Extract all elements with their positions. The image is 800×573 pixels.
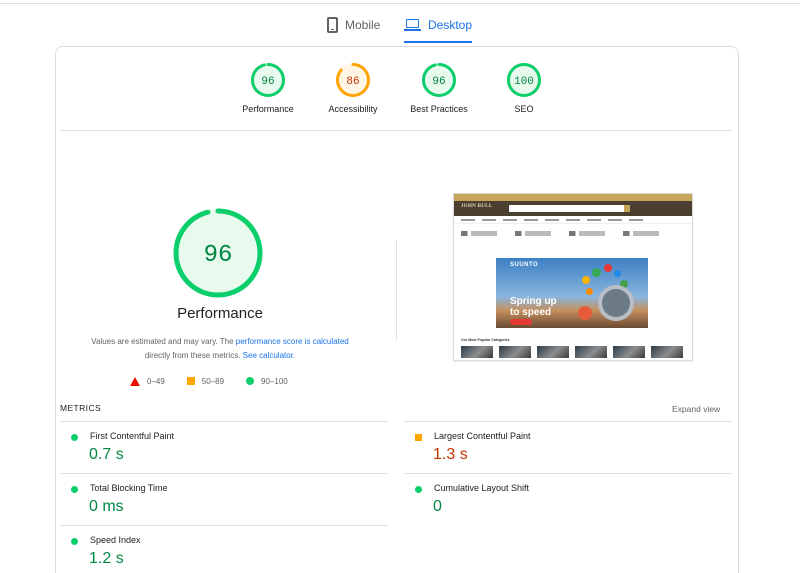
gauge-seo[interactable]: 100 SEO: [479, 62, 569, 114]
screenshot-logo: JOHN BULL: [461, 204, 493, 209]
metric-average-icon: [415, 434, 422, 441]
phone-icon: [327, 17, 338, 33]
gauge-accessibility-score: 86: [346, 76, 359, 88]
see-calculator-link[interactable]: See calculator.: [243, 351, 295, 360]
circle-icon: [246, 377, 255, 385]
gauge-best-practices-ring: 96: [422, 63, 456, 97]
performance-title: Performance: [177, 305, 263, 322]
square-icon: [186, 377, 195, 385]
gauge-accessibility-label: Accessibility: [328, 104, 378, 114]
metric-value: 0: [433, 498, 442, 515]
tab-mobile[interactable]: Mobile: [327, 12, 380, 38]
metric-value: 0.7 s: [89, 446, 124, 463]
metric-name: Total Blocking Time: [90, 483, 168, 493]
tab-mobile-label: Mobile: [345, 18, 381, 32]
gauge-best-practices-score: 96: [432, 76, 445, 88]
legend-fail: 0–49: [130, 376, 165, 386]
metric-largest-contentful-paint: Largest Contentful Paint 1.3 s: [404, 422, 724, 472]
gauge-best-practices-label: Best Practices: [410, 104, 468, 114]
legend-average: 50–89: [186, 376, 225, 386]
watch-image: [598, 285, 634, 321]
screenshot-promo-bar: [454, 194, 692, 201]
metric-pass-icon: [71, 486, 78, 493]
final-screenshot[interactable]: JOHN BULL SUUNTO Spring up to speed Our M…: [453, 193, 693, 361]
vertical-divider: [396, 240, 397, 340]
metric-pass-icon: [71, 538, 78, 545]
legend-average-label: 50–89: [201, 376, 225, 386]
gauge-best-practices[interactable]: 96 Best Practices: [394, 62, 484, 114]
category-gauges: 96 Performance 86 Accessibility 96 Best …: [60, 62, 732, 122]
metric-value: 0 ms: [89, 498, 124, 515]
device-tabs: Mobile Desktop: [0, 8, 800, 43]
triangle-icon: [130, 376, 140, 386]
expand-view-button[interactable]: Expand view: [672, 404, 720, 414]
gauge-accessibility-ring: 86: [336, 63, 370, 97]
laptop-icon: [404, 19, 421, 31]
metric-name: Cumulative Layout Shift: [434, 483, 530, 493]
gauges-divider: [60, 130, 732, 131]
legend-pass: 90–100: [246, 377, 288, 386]
gauge-seo-label: SEO: [514, 104, 534, 114]
gauge-performance-ring: 96: [251, 63, 285, 97]
performance-gauge-large: 96: [168, 203, 268, 308]
metric-total-blocking-time: Total Blocking Time 0 ms: [60, 474, 380, 524]
performance-note: Values are estimated and may vary. The p…: [70, 335, 370, 363]
metric-first-contentful-paint: First Contentful Paint 0.7 s: [60, 422, 380, 472]
performance-score-large: 96: [204, 242, 233, 269]
metric-value: 1.3 s: [433, 446, 468, 463]
screenshot-usps: [454, 224, 692, 242]
gauge-accessibility[interactable]: 86 Accessibility: [308, 62, 398, 114]
metric-pass-icon: [71, 434, 78, 441]
screenshot-category-thumbs: [461, 346, 683, 358]
metric-value: 1.2 s: [89, 550, 124, 567]
metric-name: Speed Index: [90, 535, 141, 545]
performance-gauge-ring: 96: [173, 208, 263, 298]
metric-speed-index: Speed Index 1.2 s: [60, 526, 380, 573]
screenshot-search-button: [624, 205, 630, 212]
performance-score-link[interactable]: performance score is calculated: [236, 337, 349, 346]
gauge-performance-label: Performance: [242, 104, 294, 114]
score-legend: 0–49 50–89 90–100: [130, 374, 310, 388]
metrics-title: METRICS: [60, 403, 102, 413]
tagline-line-1: Spring up: [510, 296, 557, 307]
gauge-performance-score: 96: [261, 76, 274, 88]
tab-desktop-label: Desktop: [428, 18, 473, 32]
tab-desktop[interactable]: Desktop: [404, 12, 473, 43]
note-text-1: Values are estimated and may vary. The: [91, 337, 236, 346]
screenshot-header: JOHN BULL: [454, 201, 692, 216]
screenshot-nav: [454, 216, 692, 224]
top-divider: [0, 3, 800, 4]
metric-name: First Contentful Paint: [90, 431, 175, 441]
tagline-line-2: to speed: [510, 307, 552, 318]
legend-pass-label: 90–100: [261, 376, 288, 386]
screenshot-search: [509, 205, 629, 212]
gauge-performance[interactable]: 96 Performance: [223, 62, 313, 114]
screenshot-tagline: Spring up to speed: [510, 296, 557, 318]
discount-badge: [578, 306, 592, 320]
note-text-2: directly from these metrics.: [144, 351, 243, 360]
legend-fail-label: 0–49: [147, 376, 165, 386]
metric-name: Largest Contentful Paint: [434, 431, 531, 441]
gauge-seo-score: 100: [514, 76, 534, 88]
metric-cumulative-layout-shift: Cumulative Layout Shift 0: [404, 474, 724, 524]
gauge-seo-ring: 100: [507, 63, 541, 97]
screenshot-categories-title: Our Most Popular Categories: [461, 338, 510, 342]
screenshot-brand: SUUNTO: [510, 262, 539, 268]
screenshot-cta: [510, 319, 532, 325]
screenshot-hero-banner: SUUNTO Spring up to speed: [496, 258, 648, 328]
metric-pass-icon: [415, 486, 422, 493]
